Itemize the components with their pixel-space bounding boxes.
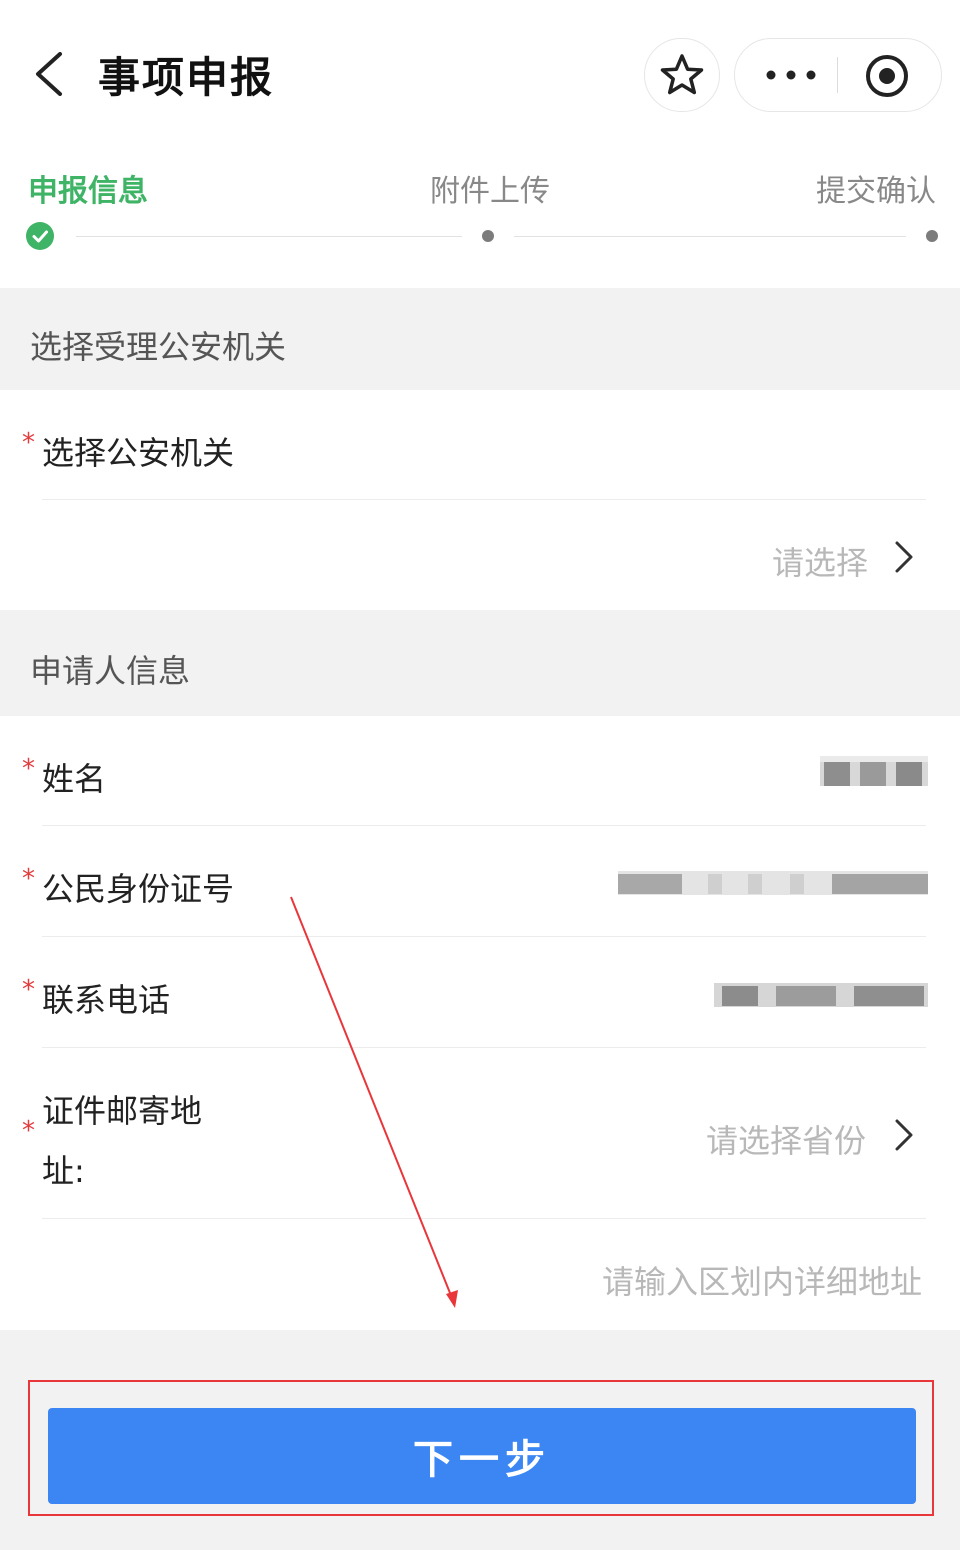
step-label-info: 申报信息 [28,174,148,209]
address-label-line2: 址: [42,1152,85,1190]
divider [42,825,926,826]
navigation-bar: 事项申报 [0,0,960,150]
star-icon [660,54,704,95]
police-select-placeholder: 请选择 [772,544,869,582]
step-dot-confirm [926,230,938,242]
required-mark: * [22,864,35,894]
id-number-value-redacted[interactable] [618,866,928,900]
section-title: 选择受理公安机关 [30,328,287,366]
applicant-card: * 姓名 * 公民身份证号 * 联系电话 * 证件邮寄地 址: 请选择省份 请输… [0,716,960,1330]
phone-label: 联系电话 [42,981,171,1019]
step-connector [76,236,462,237]
section-header-applicant: 申请人信息 [0,610,960,716]
section-title: 申请人信息 [30,652,191,690]
favorite-button[interactable] [644,38,720,112]
province-select[interactable]: 请选择省份 [600,1096,940,1160]
detail-address-placeholder: 请输入区划内详细地址 [601,1263,922,1301]
target-circle-icon[interactable] [863,52,911,100]
id-number-label: 公民身份证号 [42,870,235,908]
police-field-label: 选择公安机关 [42,434,235,472]
required-mark: * [22,754,35,784]
step-label-confirm: 提交确认 [816,174,936,209]
chevron-right-icon [895,541,913,573]
step-connector [514,236,906,237]
name-value-redacted[interactable] [820,756,928,790]
police-select[interactable]: 请选择 [0,500,960,610]
required-mark: * [22,975,35,1005]
phone-value-redacted[interactable] [714,978,928,1012]
check-icon [26,222,54,250]
police-card: * 选择公安机关 请选择 [0,390,960,610]
required-mark: * [22,428,35,458]
next-step-button[interactable]: 下一步 [48,1408,916,1504]
step-dot-upload [482,230,494,242]
divider [42,1047,926,1048]
page-title: 事项申报 [98,53,275,102]
capsule-divider [837,57,838,93]
step-indicator: 申报信息 附件上传 提交确认 [0,150,960,288]
miniapp-capsule [734,38,942,112]
more-dots-icon[interactable] [761,59,821,91]
address-label-line1: 证件邮寄地 [42,1092,203,1130]
chevron-right-icon [895,1119,913,1151]
divider [42,936,926,937]
name-label: 姓名 [42,760,107,798]
detail-address-input[interactable]: 请输入区划内详细地址 [42,1219,926,1330]
chevron-left-icon[interactable] [32,52,72,96]
province-select-placeholder: 请选择省份 [706,1122,867,1160]
section-header-police: 选择受理公安机关 [0,288,960,390]
step-label-upload: 附件上传 [430,174,550,209]
required-mark: * [22,1116,35,1146]
